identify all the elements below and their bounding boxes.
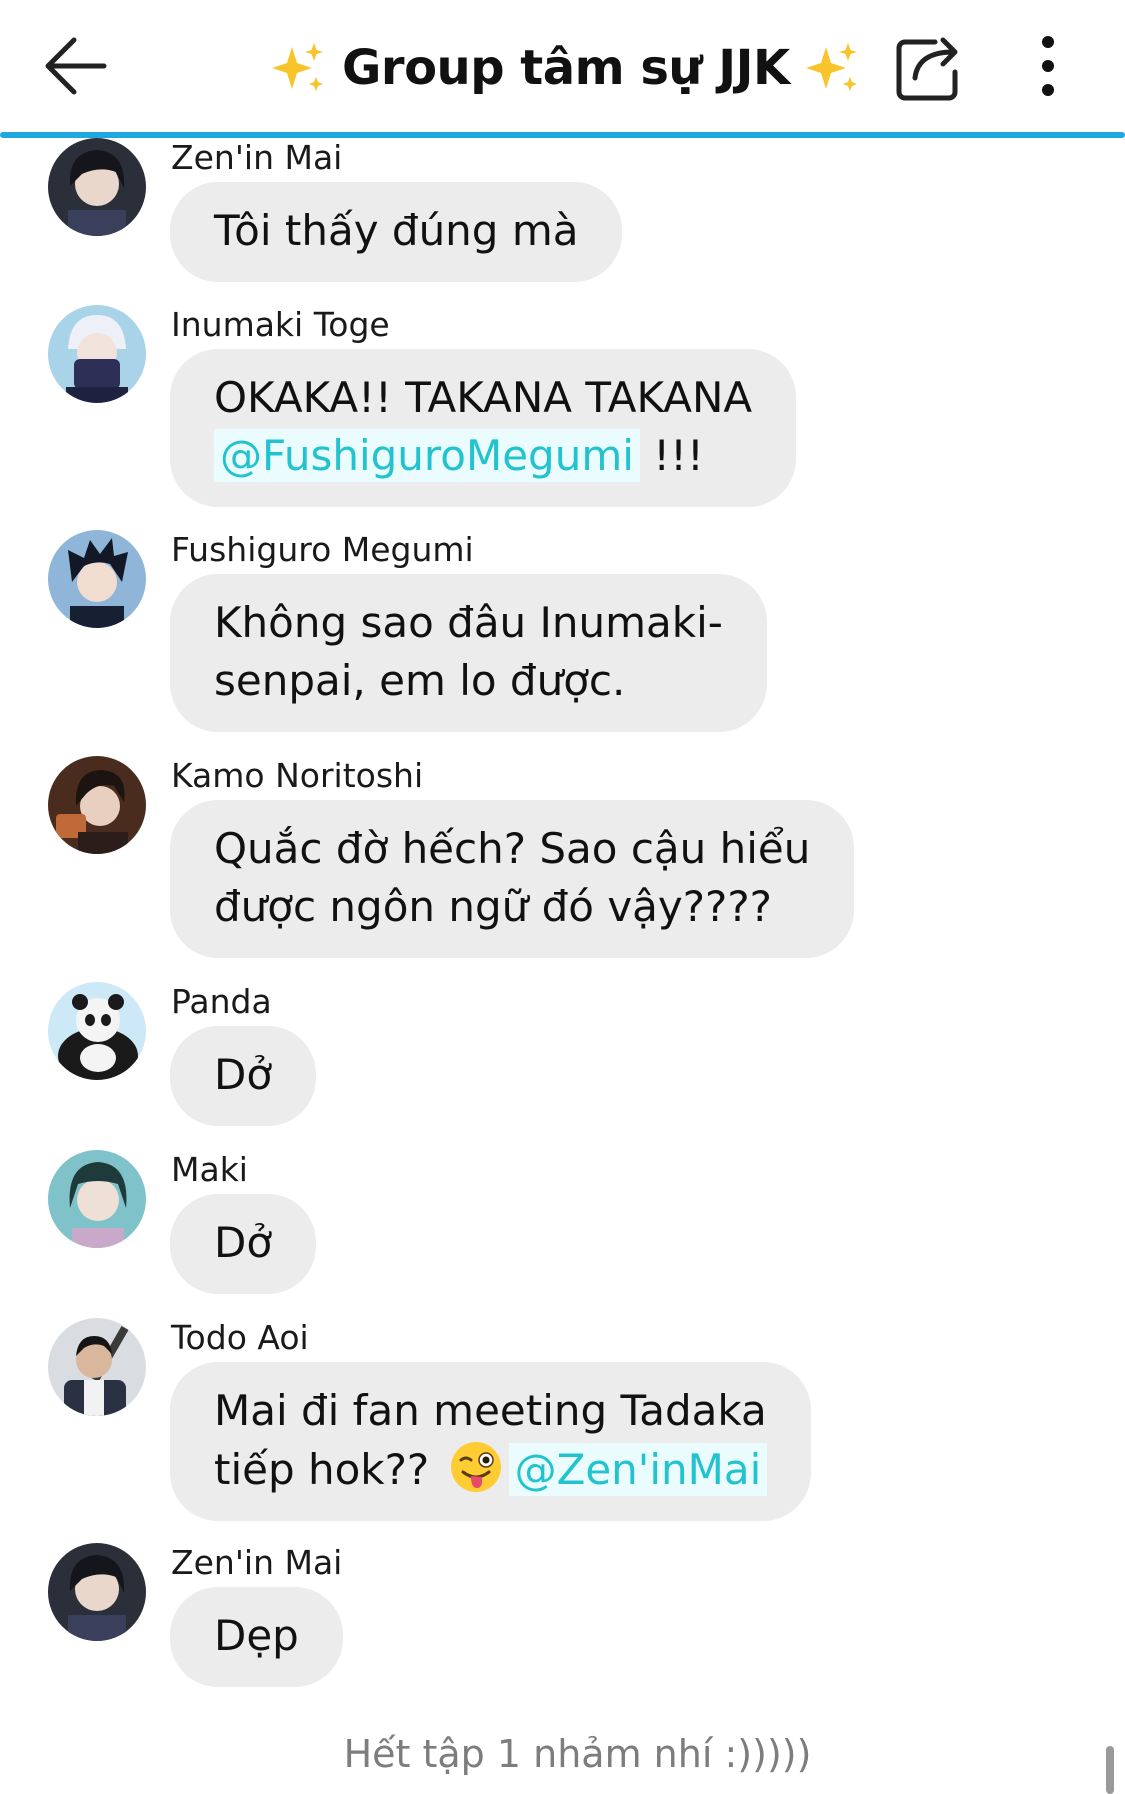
sender-name: Maki	[171, 1150, 248, 1189]
sender-name: Zen'in Mai	[171, 138, 343, 177]
message-text: Dở	[214, 1050, 273, 1099]
mention-link[interactable]: @FushiguroMegumi	[214, 429, 640, 482]
message-text: !!!	[639, 431, 704, 480]
message-bubble[interactable]: Dở	[170, 1026, 317, 1126]
sender-name: Inumaki Toge	[171, 305, 390, 344]
message-bubble[interactable]: Không sao đâu Inumaki- senpai, em lo đượ…	[170, 574, 767, 732]
message-bubble[interactable]: Quắc đờ hếch? Sao cậu hiểu được ngôn ngữ…	[170, 800, 855, 958]
avatar[interactable]	[48, 305, 146, 403]
message-text: Không sao đâu Inumaki-	[214, 598, 723, 647]
message-bubble[interactable]: Dẹp	[170, 1587, 343, 1687]
sender-name: Todo Aoi	[171, 1318, 309, 1357]
message-text: OKAKA!! TAKANA TAKANA	[214, 373, 753, 422]
message-text: Tôi thấy đúng mà	[214, 206, 579, 255]
chat-header: Group tâm sự JJK	[0, 0, 1125, 136]
avatar[interactable]	[48, 982, 146, 1080]
header-divider	[0, 132, 1125, 138]
message-text: Dở	[214, 1218, 273, 1267]
message-bubble[interactable]: Dở	[170, 1194, 317, 1294]
arrow-left-icon[interactable]	[40, 30, 112, 102]
share-icon[interactable]	[895, 32, 965, 102]
avatar[interactable]	[48, 1318, 146, 1416]
avatar[interactable]	[48, 530, 146, 628]
message-bubble[interactable]: Mai đi fan meeting Tadaka tiếp hok?? @Ze…	[170, 1362, 812, 1521]
winking-face-with-tongue-icon	[450, 1442, 501, 1492]
sparkles-icon	[805, 43, 857, 91]
mention-link[interactable]: @Zen'inMai	[508, 1443, 768, 1496]
message-bubble[interactable]: Tôi thấy đúng mà	[170, 182, 623, 282]
sender-name: Kamo Noritoshi	[171, 756, 424, 795]
avatar[interactable]	[48, 138, 146, 236]
avatar[interactable]	[48, 1543, 146, 1641]
message-text: senpai, em lo được.	[214, 656, 626, 705]
more-vertical-icon[interactable]	[1030, 30, 1066, 102]
message-text: tiếp hok??	[214, 1445, 443, 1494]
sender-name: Fushiguro Megumi	[171, 530, 474, 569]
sparkles-icon	[272, 43, 323, 91]
avatar[interactable]	[48, 1150, 146, 1248]
chat-title-group: Group tâm sự JJK	[270, 36, 862, 100]
sender-name: Panda	[171, 982, 272, 1021]
chat-title: Group tâm sự JJK	[342, 40, 790, 96]
message-text: được ngôn ngữ đó vậy????	[214, 882, 772, 931]
footer-caption: Hết tập 1 nhảm nhí :)))))	[343, 1732, 812, 1776]
sender-name: Zen'in Mai	[171, 1543, 343, 1582]
message-bubble[interactable]: OKAKA!! TAKANA TAKANA @FushiguroMegumi !…	[170, 349, 797, 507]
message-text: Mai đi fan meeting Tadaka	[214, 1386, 767, 1435]
message-text: Dẹp	[214, 1611, 299, 1660]
avatar[interactable]	[48, 756, 146, 854]
scrollbar[interactable]	[1106, 1746, 1114, 1794]
message-text: Quắc đờ hếch? Sao cậu hiểu	[214, 824, 811, 873]
